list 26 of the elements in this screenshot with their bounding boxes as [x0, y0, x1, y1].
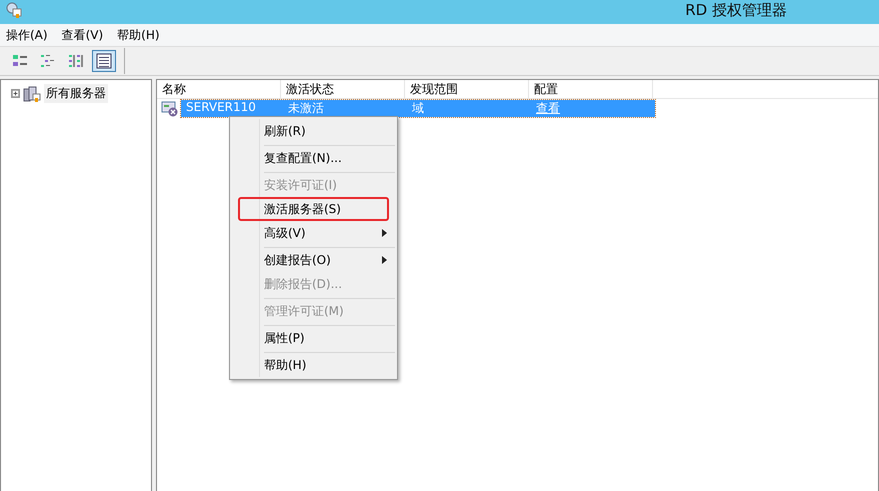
column-header[interactable]: 激活状态	[281, 80, 405, 98]
menu-item[interactable]: 查看(V)	[62, 26, 104, 44]
menu-item[interactable]: 激活服务器(S)	[238, 197, 389, 221]
tree-item[interactable]: 所有服务器	[44, 84, 108, 103]
table-cell-text: SERVER110	[185, 100, 257, 116]
view-mode-icon	[12, 53, 28, 69]
view-mode-icon	[40, 53, 56, 69]
submenu-arrow-icon	[382, 256, 387, 264]
column-header[interactable]: 配置	[529, 80, 653, 98]
view-button[interactable]	[92, 50, 116, 72]
column-header[interactable]: 名称	[157, 80, 281, 98]
window-title: RD 授权管理器	[685, 0, 787, 20]
expand-icon[interactable]	[11, 89, 20, 98]
menu-item[interactable]: 帮助(H)	[117, 26, 160, 44]
server-error-icon	[161, 100, 179, 116]
menu-item[interactable]: 创建报告(O)	[232, 248, 395, 272]
view-mode-icon	[96, 53, 112, 69]
submenu-arrow-icon	[382, 229, 387, 237]
servers-icon	[23, 86, 41, 102]
app-icon	[6, 2, 22, 18]
column-header[interactable]: 发现范围	[405, 80, 529, 98]
view-mode-icon	[68, 53, 84, 69]
menu-item[interactable]: 帮助(H)	[232, 353, 395, 377]
table-cell-text: 未激活	[287, 100, 325, 117]
table-cell-text: 域	[411, 100, 425, 117]
menu-item[interactable]: 操作(A)	[6, 26, 48, 44]
